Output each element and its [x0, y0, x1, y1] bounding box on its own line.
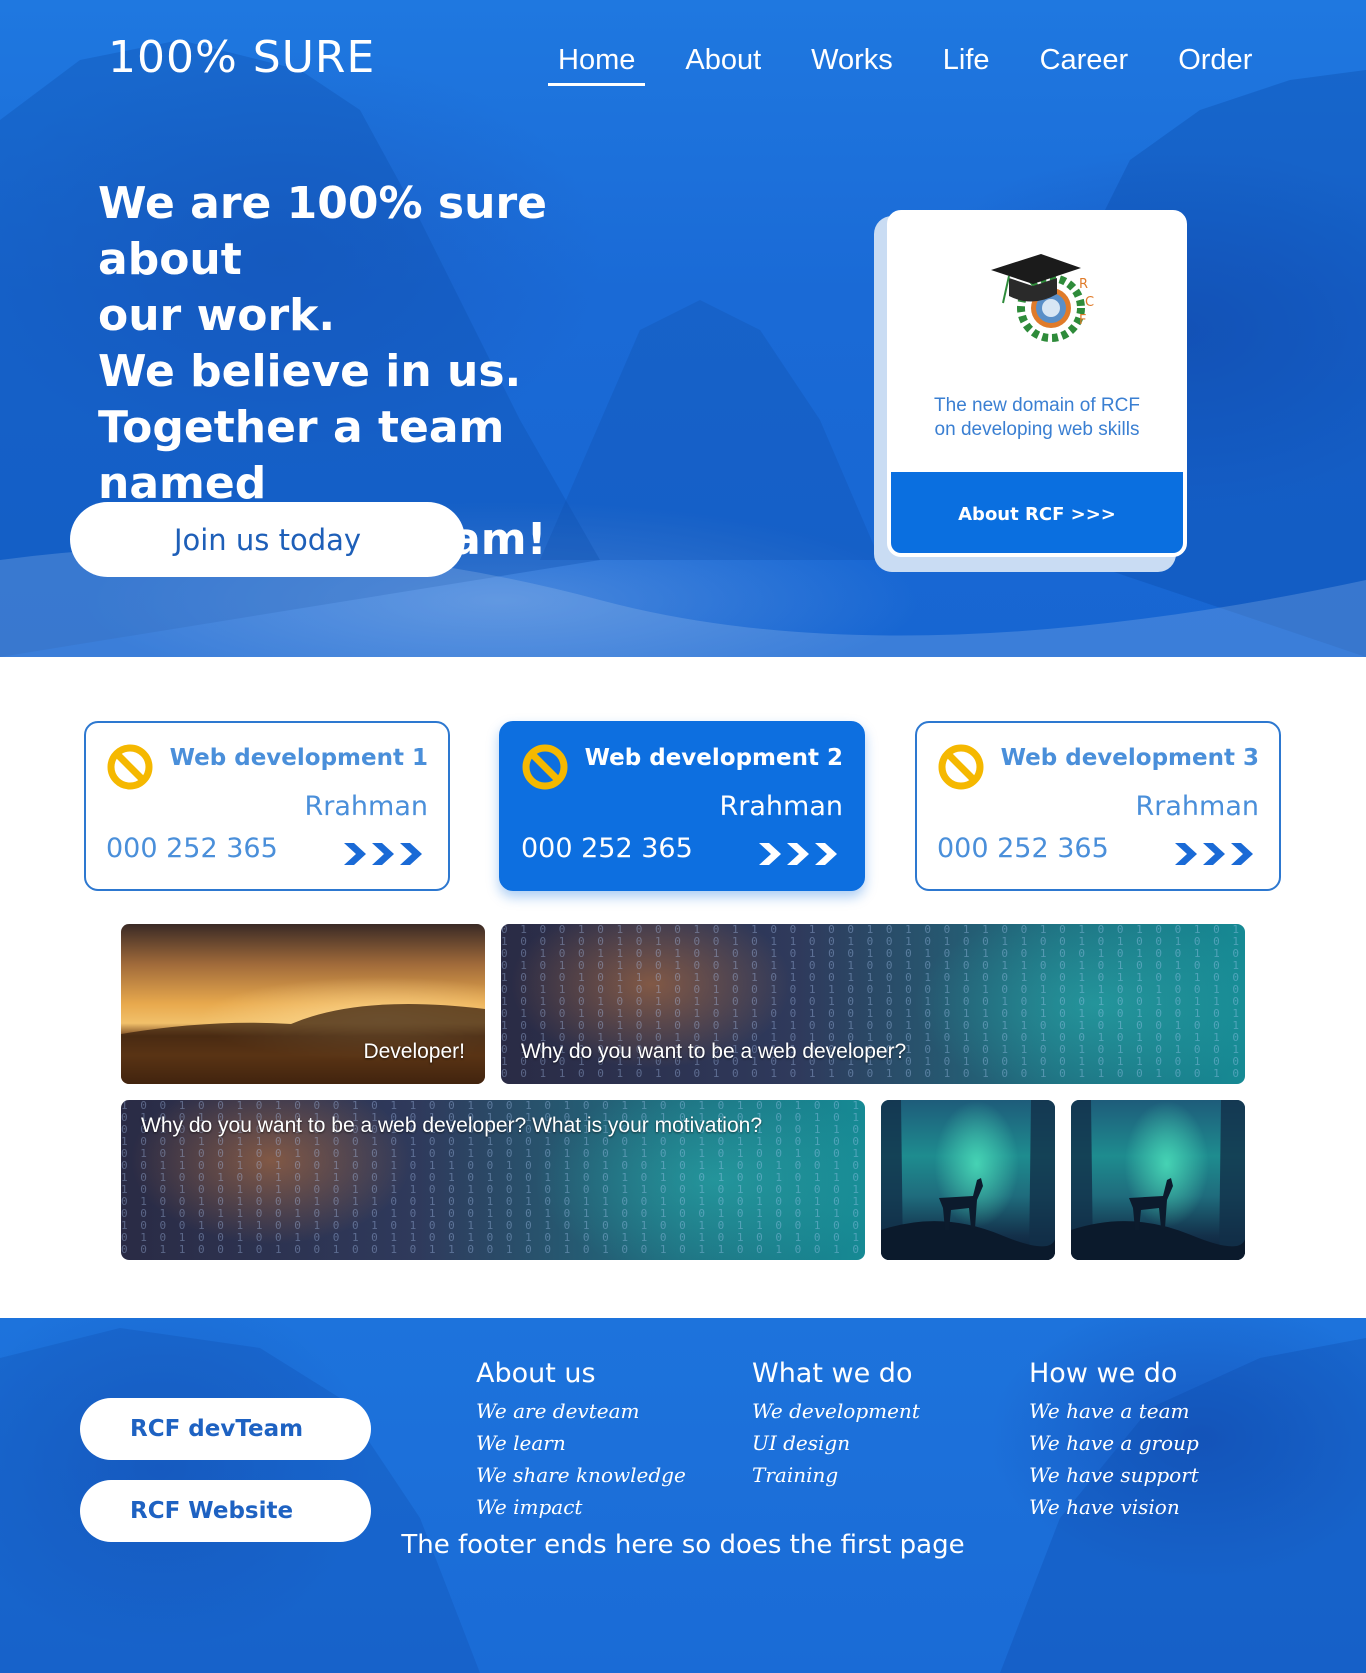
rcf-devteam-button[interactable]: RCF devTeam [80, 1398, 371, 1460]
gallery-tile-binary[interactable]: 0 1 0 0 1 0 1 0 0 0 1 0 1 1 0 0 1 0 0 1 … [501, 924, 1245, 1084]
gallery-caption: Why do you want to be a web developer? [521, 1040, 907, 1063]
service-card-2[interactable]: Web development 2 Rrahman 000 252 365 [499, 721, 865, 891]
service-title: Web development 3 [1000, 745, 1259, 771]
service-title: Web development 1 [169, 745, 428, 771]
service-name: Rrahman [719, 791, 843, 822]
nav-home[interactable]: Home [548, 44, 646, 86]
service-title: Web development 2 [584, 745, 843, 771]
join-us-button[interactable]: Join us today [70, 502, 465, 577]
footer-link[interactable]: We have a group [1029, 1427, 1199, 1459]
footer-link[interactable]: We development [752, 1395, 920, 1427]
rcf-graduation-logo-icon: R C F [991, 254, 1094, 342]
footer-link[interactable]: Training [752, 1459, 920, 1491]
ban-icon [522, 744, 568, 790]
service-card-3[interactable]: Web development 3 Rrahman 000 252 365 [915, 721, 1281, 891]
gallery-tile-sunset[interactable]: Developer! [121, 924, 485, 1084]
footer-column-about: About us We are devteam We learn We shar… [476, 1358, 686, 1523]
about-rcf-button[interactable]: About RCF >>> [891, 472, 1183, 553]
site-logo[interactable]: 100% SURE [108, 32, 375, 83]
rcf-logo-letter-c: C [1085, 295, 1094, 310]
footer-link[interactable]: We learn [476, 1427, 686, 1459]
nav-life[interactable]: Life [943, 44, 990, 86]
gallery-caption: Why do you want to be a web developer? W… [141, 1114, 762, 1137]
footer-column-what: What we do We development UI design Trai… [752, 1358, 920, 1491]
footer-link[interactable]: We share knowledge [476, 1459, 686, 1491]
service-name: Rrahman [304, 791, 428, 822]
footer-heading: About us [476, 1358, 596, 1389]
gallery-tile-binary-wide[interactable]: 1 0 0 1 0 0 1 0 1 0 0 0 1 0 1 1 0 0 1 0 … [121, 1100, 865, 1260]
triple-chevron-right-icon[interactable] [1175, 841, 1259, 867]
footer-heading: How we do [1029, 1358, 1178, 1389]
rcf-card: R C F The new domain of RCF on developin… [887, 210, 1187, 557]
hero-section: 100% SURE Home About Works Life Career O… [0, 0, 1366, 657]
footer-link[interactable]: UI design [752, 1427, 920, 1459]
main-nav: Home About Works Life Career Order [548, 44, 1302, 86]
deer-forest-image [881, 1100, 1055, 1260]
service-phone: 000 252 365 [937, 833, 1109, 864]
footer-link[interactable]: We impact [476, 1491, 686, 1523]
rcf-logo-letter-f: F [1079, 313, 1086, 328]
nav-works[interactable]: Works [811, 44, 893, 86]
footer: RCF devTeam RCF Website About us We are … [0, 1318, 1366, 1673]
gallery-tile-deer-1[interactable] [881, 1100, 1055, 1260]
nav-order[interactable]: Order [1178, 44, 1252, 86]
service-card-1[interactable]: Web development 1 Rrahman 000 252 365 [84, 721, 450, 891]
footer-link[interactable]: We have support [1029, 1459, 1199, 1491]
footer-link[interactable]: We are devteam [476, 1395, 686, 1427]
nav-about[interactable]: About [685, 44, 761, 86]
footer-heading: What we do [752, 1358, 913, 1389]
deer-forest-image [1071, 1100, 1245, 1260]
rcf-logo-letter-r: R [1079, 277, 1088, 292]
service-phone: 000 252 365 [106, 833, 278, 864]
footer-link[interactable]: We have a team [1029, 1395, 1199, 1427]
gallery-caption: Developer! [363, 1040, 465, 1063]
footer-link[interactable]: We have vision [1029, 1491, 1199, 1523]
footer-end-text: The footer ends here so does the first p… [401, 1530, 965, 1560]
service-name: Rrahman [1135, 791, 1259, 822]
ban-icon [107, 744, 153, 790]
service-phone: 000 252 365 [521, 833, 693, 864]
footer-column-how: How we do We have a team We have a group… [1029, 1358, 1199, 1523]
rcf-card-text: The new domain of RCF on developing web … [934, 395, 1140, 440]
ban-icon [938, 744, 984, 790]
gallery-tile-deer-2[interactable] [1071, 1100, 1245, 1260]
triple-chevron-right-icon[interactable] [759, 841, 843, 867]
nav-career[interactable]: Career [1040, 44, 1129, 86]
triple-chevron-right-icon[interactable] [344, 841, 428, 867]
